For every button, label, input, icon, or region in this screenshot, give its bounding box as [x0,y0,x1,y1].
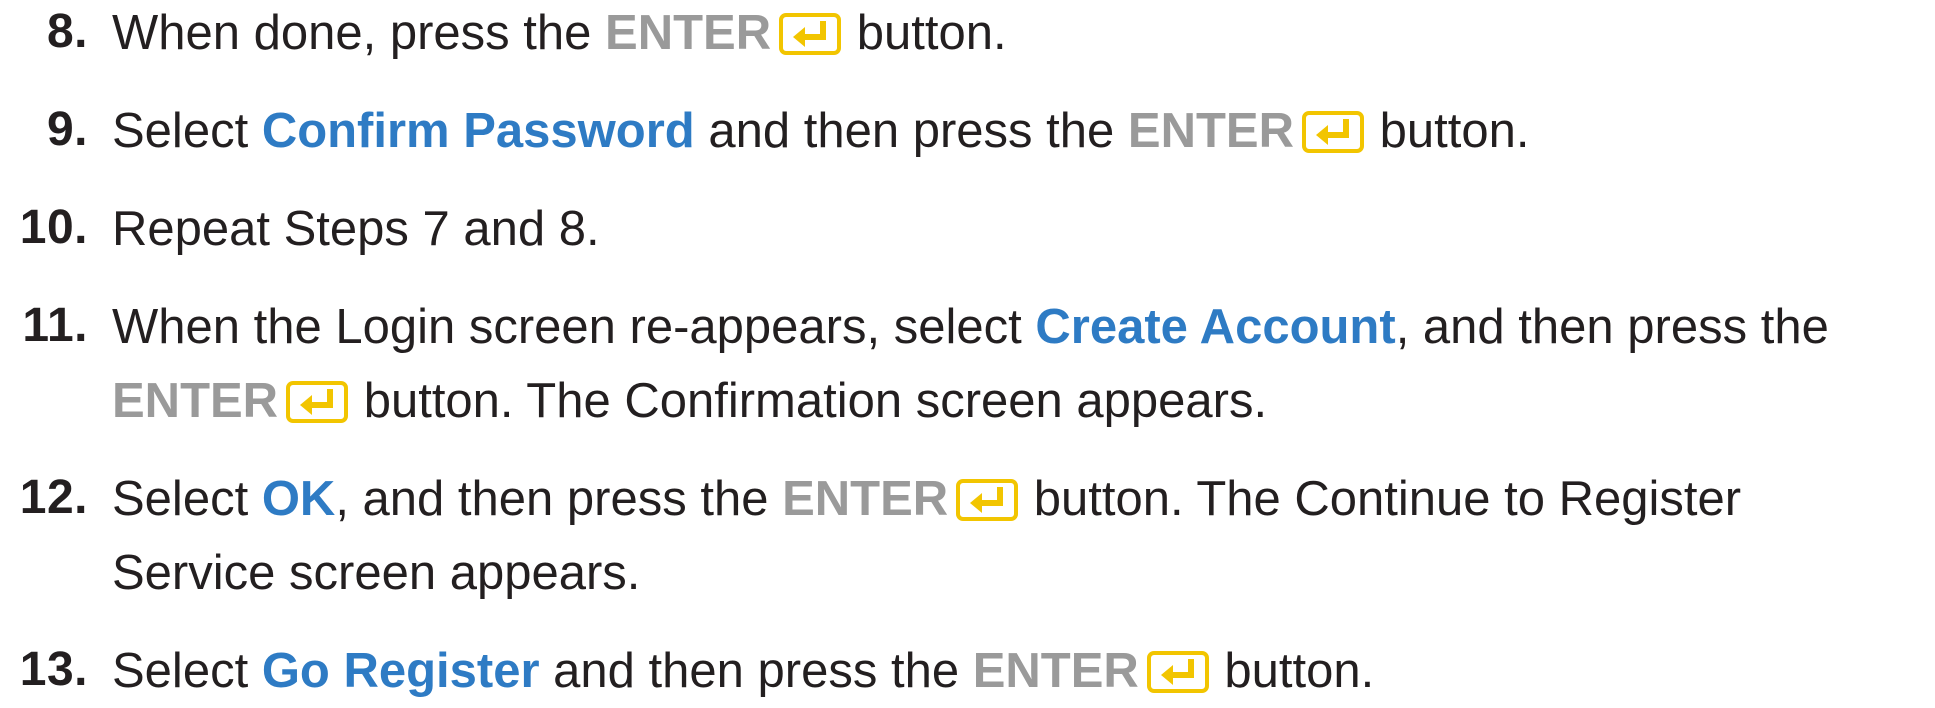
step-text-part: button. [1379,104,1530,158]
enter-return-icon [286,381,349,423]
step-text-part: button. [856,6,1007,60]
step-text-part: When the Login screen re-appears, select [112,300,1022,354]
step-text-part: Select [112,472,249,526]
enter-button-label: ENTER [972,644,1139,698]
step-text-part: When done, press the [112,6,592,60]
menu-option-ok: OK [261,472,336,526]
step-line: Service screen appears. [112,536,1932,610]
step-number: 11. [22,299,88,352]
enter-return-icon [779,13,842,55]
step-text-part: Select [112,644,249,698]
enter-button-label: ENTER [1127,104,1294,158]
step-text-part: and then press the [708,104,1115,158]
enter-button-label: ENTER [605,6,772,60]
enter-button-label: ENTER [112,374,279,428]
enter-return-icon [1146,651,1209,693]
step-text-part: button. The Confirmation screen appears. [363,374,1268,428]
menu-option-create-account: Create Account [1035,300,1396,354]
menu-option-confirm-password: Confirm Password [261,104,695,158]
enter-return-icon [956,479,1019,521]
step-line: When the Login screen re-appears, select… [112,290,1932,364]
step-text-part: , and then press the [1395,300,1829,354]
step-text-part: Select [112,104,249,158]
step-text: Repeat Steps 7 and 8. [112,192,1932,266]
step-number: 10. [19,201,88,254]
step-text: When done, press the ENTER button. [112,0,1932,70]
step-text-part: button. The Continue to Register [1033,472,1742,526]
menu-option-go-register: Go Register [261,644,540,698]
step-number: 8. [46,5,88,58]
step-number: 12. [19,471,88,524]
step-number: 13. [19,643,88,696]
step-text: When the Login screen re-appears, select… [112,290,1932,438]
step-text-part: button. [1224,644,1375,698]
enter-button-label: ENTER [782,472,949,526]
step-text-part: Service screen appears. [112,546,641,600]
step-line: Select OK, and then press the ENTER butt… [112,462,1932,536]
enter-return-icon [1301,111,1364,153]
step-line: ENTER button. The Confirmation screen ap… [112,364,1932,438]
step-text-part: and then press the [553,644,960,698]
step-text-part: Repeat Steps 7 and 8. [112,202,600,256]
step-text-part: , and then press the [335,472,769,526]
step-number: 9. [46,103,88,156]
step-text: Select OK, and then press the ENTER butt… [112,462,1932,610]
step-text: Select Confirm Password and then press t… [112,94,1932,168]
